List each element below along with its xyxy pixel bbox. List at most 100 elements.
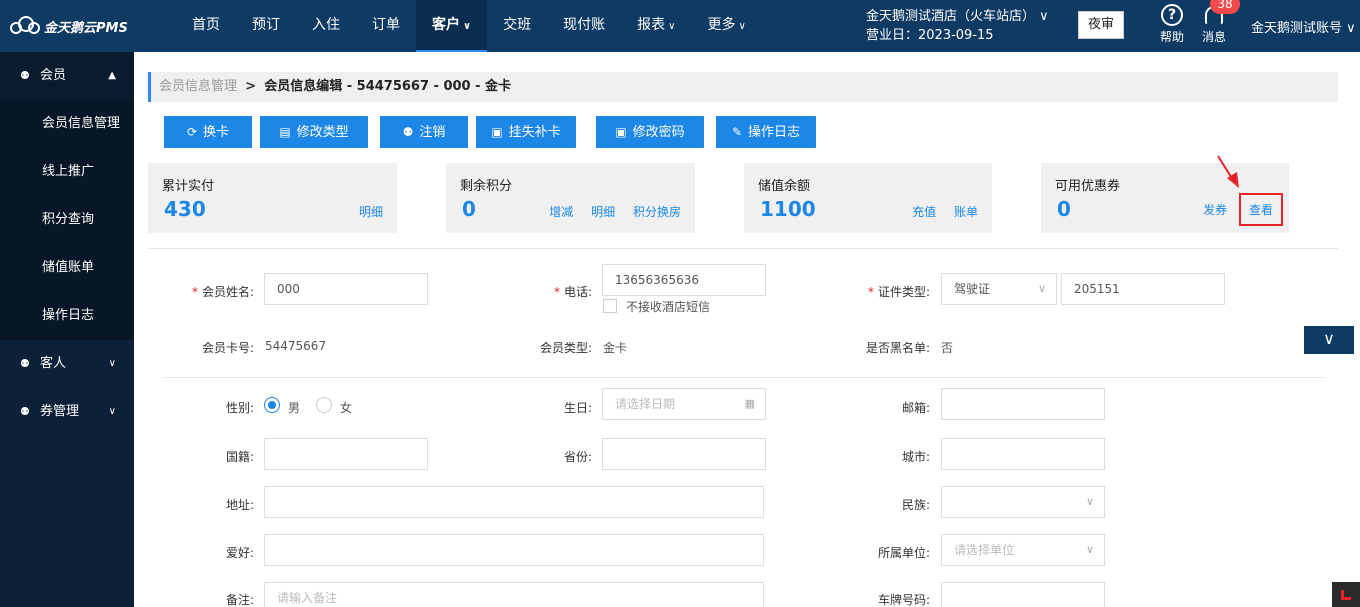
blacklist-label: 是否黑名单: <box>865 341 930 355</box>
gender-female-radio[interactable] <box>316 397 332 413</box>
id-type-label: * 证件类型: <box>867 285 930 299</box>
gender-male-radio[interactable] <box>264 397 280 413</box>
calendar-icon: ▦ <box>744 397 755 410</box>
id-type-select[interactable]: 驾驶证 ∨ <box>941 273 1057 305</box>
help-button[interactable]: ? 帮助 <box>1158 4 1186 45</box>
stat-value: 0 <box>1057 197 1071 221</box>
cancel-membership-button[interactable]: ⚉ 注销 <box>380 116 468 148</box>
main-content: 会员信息管理 > 会员信息编辑 - 54475667 - 000 - 金卡 ⟳ 换… <box>134 52 1360 607</box>
change-password-button[interactable]: ▣ 修改密码 <box>596 116 704 148</box>
nav-customers[interactable]: 客户 ∨ <box>416 0 488 52</box>
nav-more[interactable]: 更多 ∨ <box>691 0 761 52</box>
nav-cash-account[interactable]: 现付账 <box>547 0 621 52</box>
message-count-badge: 38 <box>1210 0 1240 14</box>
sidebar: ⚉ 会员 ▲ 会员信息管理 线上推广 积分查询 储值账单 操作日志 ⚉ 客人 ∨ ⚉… <box>0 52 134 607</box>
stat-link-recharge[interactable]: 充值 <box>912 205 936 219</box>
id-number-input[interactable]: 205151 <box>1061 273 1225 305</box>
top-navbar: 金天鹅云PMS 首页 预订 入住 订单 客户 ∨ 交班 现付账 报表 ∨ 更多 ∨ 金… <box>0 0 1360 52</box>
member-name-label: * 会员姓名: <box>191 285 254 299</box>
email-label: 邮箱: <box>901 401 930 415</box>
breadcrumb-separator: > <box>245 79 257 94</box>
report-loss-button[interactable]: ▣ 挂失补卡 <box>476 116 576 148</box>
nav-checkin[interactable]: 入住 <box>296 0 356 52</box>
stat-link-bill[interactable]: 账单 <box>954 205 978 219</box>
province-label: 省份: <box>563 450 592 464</box>
sidebar-item-member-info[interactable]: 会员信息管理 <box>0 100 134 148</box>
sms-opt-out-checkbox[interactable] <box>603 299 617 313</box>
cloud-logo-icon <box>10 16 40 36</box>
stat-label: 储值余额 <box>758 179 811 194</box>
remark-input[interactable]: 请输入备注 <box>264 582 764 607</box>
stat-link-details[interactable]: 明细 <box>591 205 615 219</box>
breadcrumb-parent[interactable]: 会员信息管理 <box>159 79 237 94</box>
messages-label: 消息 <box>1201 30 1226 44</box>
chevron-down-icon: ∨ <box>1323 329 1335 348</box>
stat-label: 剩余积分 <box>460 179 513 194</box>
chevron-down-icon: ∨ <box>463 21 472 32</box>
nationality-input[interactable] <box>264 438 428 470</box>
help-label: 帮助 <box>1159 30 1184 44</box>
stat-link-adjust[interactable]: 增减 <box>549 205 573 219</box>
stat-card-points: 剩余积分 0 增减 明细 积分换房 <box>446 163 695 233</box>
gender-male-label: 男 <box>288 401 301 415</box>
nav-shift[interactable]: 交班 <box>487 0 547 52</box>
nav-home[interactable]: 首页 <box>176 0 236 52</box>
sidebar-item-stored-value-bill[interactable]: 储值账单 <box>0 244 134 292</box>
sidebar-item-operation-log[interactable]: 操作日志 <box>0 292 134 340</box>
stat-card-coupons: 可用优惠券 0 发券 查看 <box>1041 163 1289 233</box>
email-input[interactable] <box>941 388 1105 420</box>
stat-link-details[interactable]: 明细 <box>359 205 383 219</box>
operation-log-button[interactable]: ✎ 操作日志 <box>716 116 816 148</box>
member-name-input[interactable]: 000 <box>264 273 428 305</box>
hotel-selector[interactable]: 金天鹅测试酒店（火车站店） ∨ 营业日：2023-09-15 <box>866 7 1049 45</box>
card-no-value: 54475667 <box>265 339 327 353</box>
sidebar-item-online-promo[interactable]: 线上推广 <box>0 148 134 196</box>
chevron-up-icon: ▲ <box>108 70 116 81</box>
logo[interactable]: 金天鹅云PMS <box>10 14 128 38</box>
change-card-button[interactable]: ⟳ 换卡 <box>164 116 252 148</box>
birthday-date-picker[interactable]: 请选择日期 ▦ <box>602 388 766 420</box>
stat-link-view-coupons[interactable]: 查看 <box>1238 193 1283 226</box>
stat-value: 430 <box>164 197 206 221</box>
birthday-label: 生日: <box>563 401 592 415</box>
edit-icon: ✎ <box>731 125 743 139</box>
company-select[interactable]: 请选择单位 ∨ <box>941 534 1105 566</box>
nav-reports[interactable]: 报表 ∨ <box>621 0 691 52</box>
id-card-icon: ▣ <box>491 125 503 139</box>
hobby-label: 爱好: <box>225 546 254 560</box>
user-icon: ⚉ <box>20 69 30 82</box>
chevron-down-icon: ∨ <box>108 406 116 417</box>
gender-female-label: 女 <box>340 401 353 415</box>
sidebar-group-members[interactable]: ⚉ 会员 ▲ <box>0 52 134 100</box>
chevron-down-icon: ∨ <box>108 358 116 369</box>
city-input[interactable] <box>941 438 1105 470</box>
change-type-button[interactable]: ▤ 修改类型 <box>260 116 368 148</box>
ethnicity-select[interactable]: ∨ <box>941 486 1105 518</box>
corner-flag-icon[interactable] <box>1332 582 1360 607</box>
sidebar-group-guests[interactable]: ⚉ 客人 ∨ <box>0 340 134 388</box>
account-menu[interactable]: 金天鹅测试账号 ∨ <box>1251 17 1356 36</box>
sidebar-item-points-query[interactable]: 积分查询 <box>0 196 134 244</box>
member-type-label: 会员类型: <box>539 341 592 355</box>
collapse-toggle[interactable]: ∨ <box>1304 326 1354 354</box>
nationality-label: 国籍: <box>225 450 254 464</box>
night-audit-button[interactable]: 夜审 <box>1078 11 1124 39</box>
chevron-down-icon: ∨ <box>1085 495 1094 508</box>
plate-label: 车牌号码: <box>877 593 930 607</box>
card-icon: ▤ <box>279 125 291 139</box>
sms-opt-out-label: 不接收酒店短信 <box>626 300 711 314</box>
stat-label: 累计实付 <box>162 179 215 194</box>
nav-reservation[interactable]: 预订 <box>236 0 296 52</box>
address-input[interactable] <box>264 486 764 518</box>
sidebar-group-coupons[interactable]: ⚉ 券管理 ∨ <box>0 388 134 436</box>
province-input[interactable] <box>602 438 766 470</box>
phone-input[interactable]: 13656365636 <box>602 264 766 296</box>
chevron-down-icon: ∨ <box>738 21 746 32</box>
business-date: 营业日：2023-09-15 <box>866 28 994 43</box>
stat-link-redeem-room[interactable]: 积分换房 <box>633 205 681 219</box>
nav-orders[interactable]: 订单 <box>356 0 416 52</box>
hobby-input[interactable] <box>264 534 764 566</box>
stat-value: 1100 <box>760 197 816 221</box>
plate-input[interactable] <box>941 582 1105 607</box>
stat-link-issue-coupon[interactable]: 发券 <box>1203 203 1227 217</box>
